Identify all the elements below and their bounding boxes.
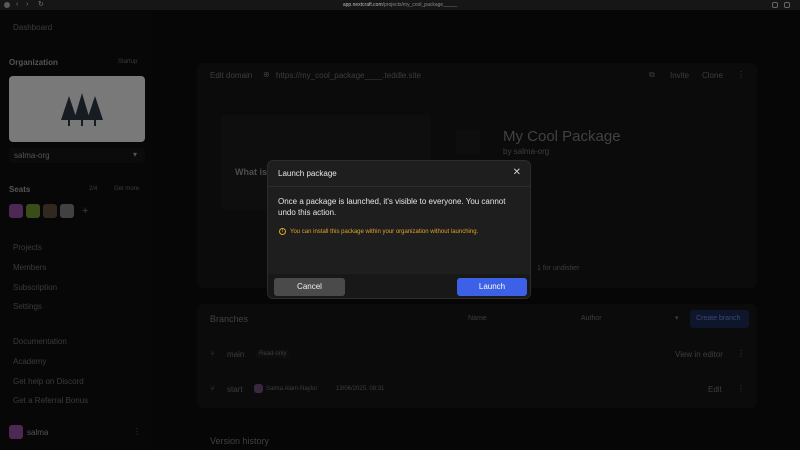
url-path: /projects/my_cool_package_____ <box>382 2 458 8</box>
dialog-warning: ! You can install this package within yo… <box>279 228 478 235</box>
launch-package-dialog: Launch package ✕ Once a package is launc… <box>267 160 531 299</box>
warning-icon: ! <box>279 228 286 235</box>
dialog-title: Launch package <box>278 169 337 178</box>
close-icon[interactable]: ✕ <box>513 167 521 178</box>
cancel-button[interactable]: Cancel <box>274 278 345 296</box>
warning-text: You can install this package within your… <box>290 228 479 235</box>
browser-toolbar: ‹ › ↻ app.nextcraft.com/projects/my_cool… <box>0 0 800 10</box>
tabs-icon[interactable] <box>784 2 790 8</box>
address-bar[interactable]: app.nextcraft.com/projects/my_cool_packa… <box>0 0 800 10</box>
launch-button[interactable]: Launch <box>457 278 527 296</box>
dialog-message: Once a package is launched, it's visible… <box>278 197 506 217</box>
share-icon[interactable] <box>772 2 778 8</box>
url-domain: app.nextcraft.com <box>342 2 383 8</box>
divider <box>268 186 530 187</box>
